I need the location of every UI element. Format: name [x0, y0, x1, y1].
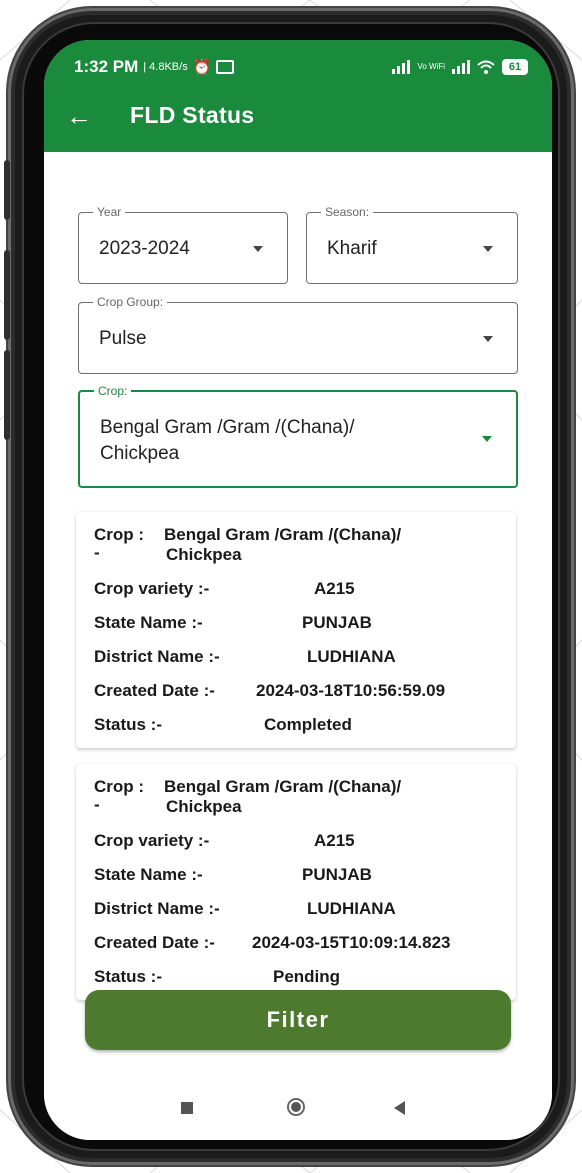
state-label: State Name :- [94, 613, 203, 632]
chevron-down-icon [483, 336, 493, 342]
crop-name-line2: Chickpea [166, 797, 242, 816]
district-value: LUDHIANA [307, 899, 396, 918]
volte-label: Vo WiFi [417, 62, 445, 71]
battery-icon: 61 [502, 59, 528, 75]
year-dropdown[interactable]: Year 2023-2024 [78, 205, 288, 284]
wifi-icon [477, 60, 495, 74]
signal-icon-2 [452, 60, 470, 74]
state-value: PUNJAB [302, 613, 372, 632]
variety-label: Crop variety :- [94, 579, 210, 598]
created-date-value: 2024-03-15T10:09:14.823 [252, 933, 451, 952]
variety-value: A215 [314, 579, 355, 598]
status-label: Status :- [94, 967, 162, 986]
crop-label: Crop : [94, 777, 145, 796]
crop-name-line2: Chickpea [166, 545, 242, 564]
status-card[interactable]: Crop : - Bengal Gram /Gram /(Chana)/ Chi… [76, 764, 516, 1000]
season-label: Season: [321, 205, 374, 219]
variety-value: A215 [314, 831, 355, 850]
crop-value-line2: Chickpea [100, 443, 180, 464]
page-title: FLD Status [130, 102, 255, 128]
variety-label: Crop variety :- [94, 831, 210, 850]
power-button [4, 350, 10, 440]
chevron-down-icon [253, 246, 263, 252]
crop-group-value: Pulse [99, 328, 147, 349]
status-value: Pending [273, 967, 341, 986]
district-label: District Name :- [94, 899, 220, 918]
side-button [4, 160, 10, 220]
crop-group-label: Crop Group: [93, 295, 168, 309]
arrow-left-icon[interactable]: ← [66, 103, 92, 129]
created-date-label: Created Date :- [94, 933, 215, 952]
square-icon[interactable] [181, 1102, 193, 1114]
state-label: State Name :- [94, 865, 203, 884]
season-dropdown[interactable]: Season: Kharif [306, 205, 518, 284]
crop-dash: - [94, 795, 100, 814]
created-date-value: 2024-03-18T10:56:59.09 [256, 681, 446, 700]
crop-name-line1: Bengal Gram /Gram /(Chana)/ [164, 777, 402, 796]
status-label: Status :- [94, 715, 162, 734]
status-value: Completed [264, 715, 352, 734]
navigation-bar [44, 1070, 552, 1140]
state-value: PUNJAB [302, 865, 372, 884]
crop-dropdown[interactable]: Crop: Bengal Gram /Gram /(Chana)/ Chickp… [78, 384, 518, 488]
app-bar: 1:32 PM | 4.8KB/s ⏰ Vo WiFi 61 ← FLD Sta… [44, 40, 552, 152]
network-speed: | 4.8KB/s [143, 61, 188, 73]
status-time: 1:32 PM [74, 57, 139, 76]
chevron-down-icon [483, 246, 493, 252]
crop-name-line1: Bengal Gram /Gram /(Chana)/ [164, 525, 402, 544]
crop-label: Crop: [94, 384, 132, 398]
chevron-down-icon [482, 436, 492, 442]
created-date-label: Created Date :- [94, 681, 215, 700]
year-label: Year [93, 205, 126, 219]
signal-icon [392, 60, 411, 74]
volume-button [4, 250, 10, 340]
status-card[interactable]: Crop : - Bengal Gram /Gram /(Chana)/ Chi… [76, 512, 516, 748]
alarm-clock-icon: ⏰ [192, 59, 212, 76]
crop-group-dropdown[interactable]: Crop Group: Pulse [78, 295, 518, 374]
message-icon [216, 60, 235, 74]
triangle-back-icon[interactable] [394, 1101, 405, 1115]
year-value: 2023-2024 [99, 238, 190, 259]
crop-dash: - [94, 543, 100, 562]
circle-icon[interactable] [287, 1098, 305, 1116]
district-label: District Name :- [94, 647, 220, 666]
district-value: LUDHIANA [307, 647, 396, 666]
season-value: Kharif [327, 238, 377, 259]
status-bar: 1:32 PM | 4.8KB/s ⏰ Vo WiFi 61 [74, 54, 528, 80]
phone-screen: 1:32 PM | 4.8KB/s ⏰ Vo WiFi 61 ← FLD Sta… [44, 40, 552, 1140]
crop-value-line1: Bengal Gram /Gram /(Chana)/ [100, 417, 355, 438]
filter-button[interactable]: Filter [85, 990, 511, 1050]
crop-label: Crop : [94, 525, 145, 544]
